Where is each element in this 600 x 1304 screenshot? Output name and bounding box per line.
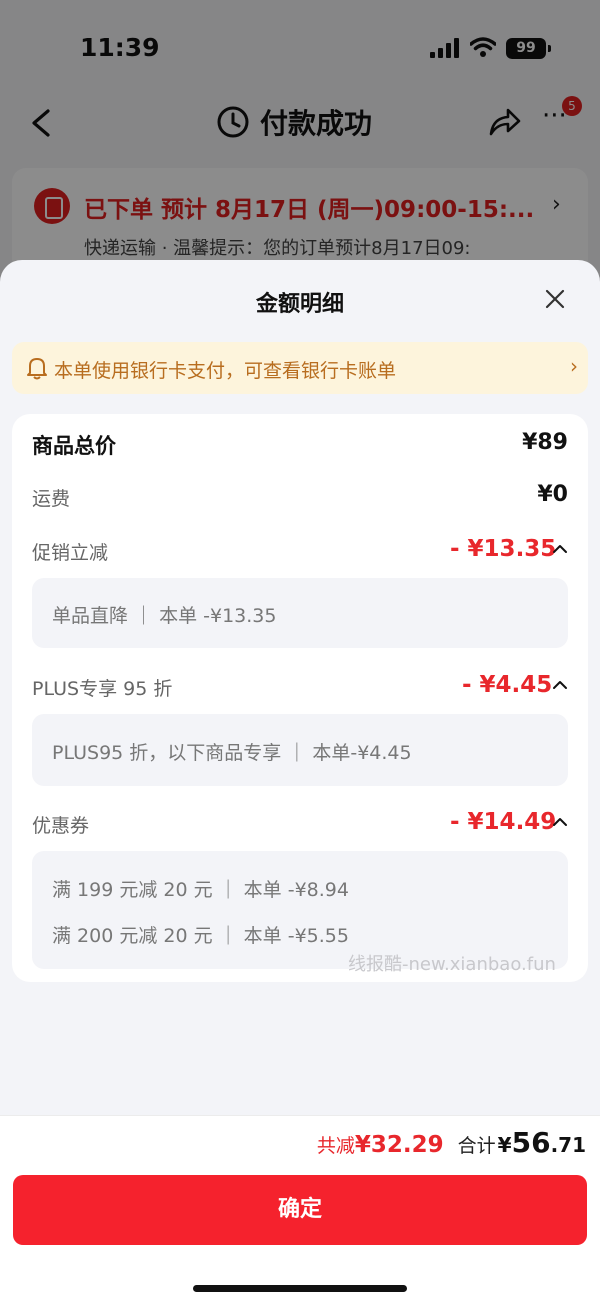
coupon-detail-line: 满 200 元减 20 元 ｜ 本单 -¥5.55: [52, 925, 349, 947]
saved-label: 共减: [316, 1135, 355, 1157]
shipping-value: ¥0: [537, 482, 568, 507]
plus-value: - ¥4.45: [462, 672, 553, 698]
total-currency: ¥: [497, 1133, 512, 1157]
chevron-up-icon[interactable]: [552, 544, 568, 554]
coupon-detail-line: 满 199 元减 20 元 ｜ 本单 -¥8.94: [52, 879, 349, 901]
goods-total-label: 商品总价: [32, 434, 116, 458]
plus-label[interactable]: PLUS专享 95 折: [32, 674, 172, 701]
goods-total-value: ¥89: [522, 430, 568, 455]
plus-detail-box: PLUS95 折，以下商品专享 ｜ 本单-¥4.45: [32, 714, 568, 786]
footer-bar: 共减 ¥32.29 合计 ¥ 56 .71 确定: [0, 1115, 600, 1304]
confirm-button[interactable]: 确定: [13, 1175, 587, 1245]
promo-detail-box: 单品直降 ｜ 本单 -¥13.35: [32, 578, 568, 648]
modal-overlay[interactable]: [0, 0, 600, 290]
home-indicator: [193, 1285, 407, 1292]
bell-icon: [27, 358, 47, 380]
watermark-text: 线报酷-new.xianbao.fun: [348, 954, 556, 975]
sheet-title: 金额明细: [255, 292, 344, 317]
summary-line: 共减 ¥32.29 合计 ¥ 56 .71: [317, 1126, 586, 1162]
shipping-label: 运费: [32, 488, 71, 510]
amount-detail-card: 商品总价 ¥89 运费 ¥0 促销立减 - ¥13.35 单品直降 ｜ 本单 -…: [12, 414, 588, 982]
chevron-right-icon: ›: [570, 354, 578, 378]
total-decimal: .71: [550, 1133, 586, 1157]
total-label: 合计: [457, 1135, 496, 1157]
close-icon[interactable]: [542, 286, 568, 312]
coupon-label[interactable]: 优惠券: [32, 811, 89, 838]
saved-value: ¥32.29: [354, 1132, 444, 1158]
notice-text: 本单使用银行卡支付，可查看银行卡账单: [54, 360, 397, 382]
chevron-up-icon[interactable]: [552, 680, 568, 690]
coupon-value: - ¥14.49: [450, 809, 557, 835]
chevron-up-icon[interactable]: [552, 817, 568, 827]
total-integer: 56: [511, 1126, 551, 1159]
promo-detail-line: 单品直降 ｜ 本单 -¥13.35: [52, 605, 277, 627]
bank-card-notice[interactable]: 本单使用银行卡支付，可查看银行卡账单 ›: [12, 342, 588, 394]
promo-label[interactable]: 促销立减: [32, 538, 108, 565]
plus-detail-line: PLUS95 折，以下商品专享 ｜ 本单-¥4.45: [52, 742, 412, 764]
promo-value: - ¥13.35: [450, 536, 557, 562]
